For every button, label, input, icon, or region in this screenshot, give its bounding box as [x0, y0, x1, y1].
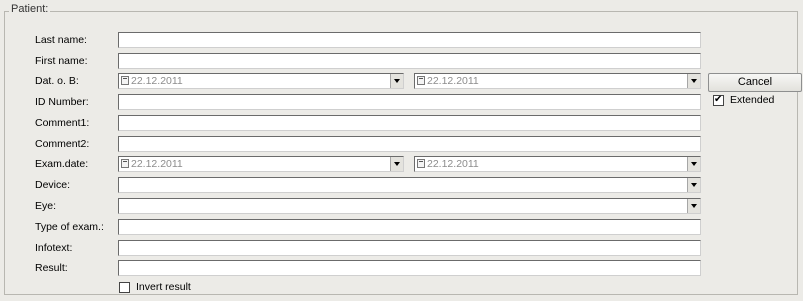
dob-to-picker[interactable]: 22.12.2011	[414, 73, 701, 89]
eye-label: Eye:	[35, 200, 57, 212]
calendar-icon	[417, 76, 425, 85]
calendar-icon	[417, 159, 425, 168]
dob-from-dropdown-button[interactable]	[390, 74, 403, 88]
id-number-input[interactable]	[118, 94, 701, 110]
result-input[interactable]	[118, 260, 701, 276]
dob-to-dropdown-button[interactable]	[687, 74, 700, 88]
dob-from-value: 22.12.2011	[131, 75, 183, 87]
infotext-input[interactable]	[118, 240, 701, 256]
exam-date-from-picker[interactable]: 22.12.2011	[118, 156, 404, 172]
result-label: Result:	[35, 262, 68, 274]
comment2-input[interactable]	[118, 136, 701, 152]
eye-dropdown-button[interactable]	[687, 199, 700, 213]
last-name-input[interactable]	[118, 32, 701, 48]
invert-result-label: Invert result	[136, 281, 191, 293]
first-name-input[interactable]	[118, 53, 701, 69]
exam-date-from-value: 22.12.2011	[131, 158, 183, 170]
dob-label: Dat. o. B:	[35, 75, 79, 87]
cancel-button[interactable]: Cancel	[708, 73, 802, 92]
comment2-label: Comment2:	[35, 138, 90, 150]
extended-label: Extended	[730, 94, 775, 106]
calendar-icon	[121, 159, 129, 168]
last-name-label: Last name:	[35, 34, 87, 46]
exam-date-label: Exam.date:	[35, 158, 89, 170]
infotext-label: Infotext:	[35, 242, 73, 254]
eye-select[interactable]	[118, 198, 701, 214]
dob-from-picker[interactable]: 22.12.2011	[118, 73, 404, 89]
device-label: Device:	[35, 179, 71, 191]
invert-result-checkbox[interactable]	[119, 282, 130, 293]
id-number-label: ID Number:	[35, 96, 89, 108]
first-name-label: First name:	[35, 55, 88, 67]
device-select[interactable]	[118, 177, 701, 193]
exam-date-to-dropdown-button[interactable]	[687, 157, 700, 171]
comment1-input[interactable]	[118, 115, 701, 131]
exam-date-to-picker[interactable]: 22.12.2011	[414, 156, 701, 172]
type-of-exam-label: Type of exam.:	[35, 221, 104, 233]
extended-checkbox[interactable]	[713, 93, 724, 106]
comment1-label: Comment1:	[35, 117, 90, 129]
calendar-icon	[121, 76, 129, 85]
device-dropdown-button[interactable]	[687, 178, 700, 192]
dob-to-value: 22.12.2011	[427, 75, 479, 87]
exam-date-from-dropdown-button[interactable]	[390, 157, 403, 171]
patient-group-title: Patient:	[9, 3, 51, 15]
type-of-exam-input[interactable]	[118, 219, 701, 235]
exam-date-to-value: 22.12.2011	[427, 158, 479, 170]
